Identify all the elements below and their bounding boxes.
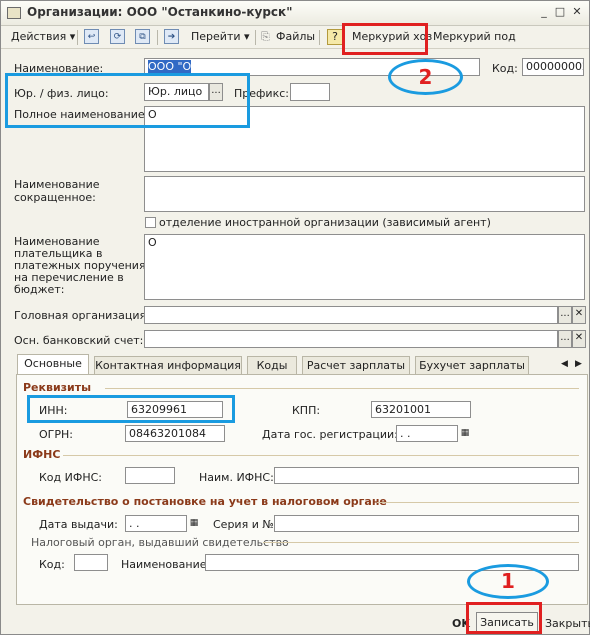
head-org-clear-button[interactable]: ✕ bbox=[572, 306, 586, 324]
foreign-branch-label: отделение иностранной организации (завис… bbox=[159, 216, 491, 229]
calendar-icon[interactable]: ▦ bbox=[459, 427, 471, 439]
bank-account-select-button[interactable]: ... bbox=[558, 330, 572, 348]
head-org-field[interactable] bbox=[144, 306, 558, 324]
tax-org-code-field[interactable] bbox=[74, 554, 108, 571]
refresh-icon[interactable]: ⟳ bbox=[110, 29, 125, 44]
copy-icon[interactable]: ⧉ bbox=[135, 29, 150, 44]
cert-header: Свидетельство о постановке на учет в нал… bbox=[23, 495, 387, 508]
title-bar: Организации: ООО "Останкино-курск" _ □ ✕ bbox=[1, 1, 589, 26]
kpp-label: КПП: bbox=[292, 404, 321, 417]
reg-date-field[interactable]: . . bbox=[396, 425, 458, 442]
toolbar-separator bbox=[255, 30, 256, 45]
prefix-field[interactable] bbox=[290, 83, 330, 101]
calendar-icon[interactable]: ▦ bbox=[188, 517, 200, 529]
ogrn-label: ОГРН: bbox=[39, 428, 73, 441]
toolbar-separator bbox=[77, 30, 78, 45]
kpp-field[interactable]: 63201001 bbox=[371, 401, 471, 418]
organization-window: Организации: ООО "Останкино-курск" _ □ ✕… bbox=[0, 0, 590, 635]
issue-date-label: Дата выдачи: bbox=[39, 518, 118, 531]
bank-account-field[interactable] bbox=[144, 330, 558, 348]
reg-date-label: Дата гос. регистрации: bbox=[262, 428, 398, 441]
ifns-code-label: Код ИФНС: bbox=[39, 471, 102, 484]
new-record-icon[interactable]: ↩ bbox=[84, 29, 99, 44]
payer-name-label: бюджет: bbox=[14, 283, 65, 296]
tab-payroll[interactable]: Расчет зарплаты bbox=[302, 356, 410, 374]
tab-scroll-left-icon[interactable]: ◀ bbox=[561, 359, 568, 369]
close-button[interactable]: Закрыть bbox=[545, 617, 590, 630]
goto-icon[interactable]: ➔ bbox=[164, 29, 179, 44]
toolbar-separator bbox=[157, 30, 158, 45]
ifns-code-field[interactable] bbox=[125, 467, 175, 484]
divider bbox=[377, 502, 579, 503]
ifns-name-label: Наим. ИФНС: bbox=[199, 471, 274, 484]
bank-account-label: Осн. банковский счет: bbox=[14, 334, 144, 347]
divider bbox=[263, 542, 579, 543]
short-name-label: сокращенное: bbox=[14, 191, 96, 204]
goto-menu[interactable]: Перейти ▾ bbox=[191, 29, 250, 45]
ifns-name-field[interactable] bbox=[274, 467, 579, 484]
tab-main[interactable]: Основные bbox=[17, 354, 89, 374]
tab-codes[interactable]: Коды bbox=[247, 356, 297, 374]
window-icon bbox=[7, 7, 21, 19]
tax-org-name-label: Наименование: bbox=[121, 558, 211, 571]
short-name-field[interactable] bbox=[144, 176, 585, 212]
head-org-label: Головная организация: bbox=[14, 309, 150, 322]
highlight-inn bbox=[27, 395, 235, 423]
ifns-header: ИФНС bbox=[23, 448, 61, 461]
toolbar-separator bbox=[319, 30, 320, 45]
paperclip-icon[interactable]: ⎘ bbox=[261, 29, 270, 45]
annotation-marker-2: 2 bbox=[388, 59, 463, 95]
mercury-pod-button[interactable]: Меркурий под bbox=[433, 29, 516, 45]
annotation-marker-1: 1 bbox=[467, 564, 549, 599]
maximize-button[interactable]: □ bbox=[553, 5, 567, 19]
tab-contact-info[interactable]: Контактная информация bbox=[94, 356, 242, 374]
files-button[interactable]: Файлы bbox=[276, 29, 315, 45]
highlight-save bbox=[466, 602, 542, 634]
minimize-button[interactable]: _ bbox=[537, 5, 551, 19]
bank-account-clear-button[interactable]: ✕ bbox=[572, 330, 586, 348]
name-value: ООО "О bbox=[148, 60, 192, 73]
short-name-label: Наименование bbox=[14, 178, 100, 191]
foreign-branch-checkbox[interactable] bbox=[145, 217, 156, 228]
series-field[interactable] bbox=[274, 515, 579, 532]
requisites-header: Реквизиты bbox=[23, 381, 92, 394]
ogrn-field[interactable]: 08463201084 bbox=[125, 425, 225, 442]
highlight-mercury-hoz bbox=[342, 23, 428, 55]
tax-org-code-label: Код: bbox=[39, 558, 65, 571]
code-field[interactable]: 000000002 bbox=[522, 58, 584, 76]
divider bbox=[105, 388, 579, 389]
window-title: Организации: ООО "Останкино-курск" bbox=[27, 5, 293, 19]
tab-payroll-accounting[interactable]: Бухучет зарплаты bbox=[415, 356, 529, 374]
highlight-entity-type bbox=[5, 73, 250, 128]
series-label: Серия и №: bbox=[213, 518, 278, 531]
divider bbox=[63, 455, 579, 456]
tax-org-header: Налоговый орган, выдавший свидетельство bbox=[31, 536, 289, 549]
help-icon[interactable]: ? bbox=[327, 29, 343, 45]
toolbar: Действия ▾ ↩ ⟳ ⧉ ➔ Перейти ▾ ⎘ Файлы ? М… bbox=[1, 26, 589, 49]
head-org-select-button[interactable]: ... bbox=[558, 306, 572, 324]
issue-date-field[interactable]: . . bbox=[125, 515, 187, 532]
payer-name-field[interactable]: О bbox=[144, 234, 585, 300]
actions-menu[interactable]: Действия ▾ bbox=[11, 29, 75, 45]
close-window-button[interactable]: ✕ bbox=[570, 5, 584, 19]
code-label: Код: bbox=[492, 62, 518, 75]
tab-scroll-right-icon[interactable]: ▶ bbox=[575, 359, 582, 369]
